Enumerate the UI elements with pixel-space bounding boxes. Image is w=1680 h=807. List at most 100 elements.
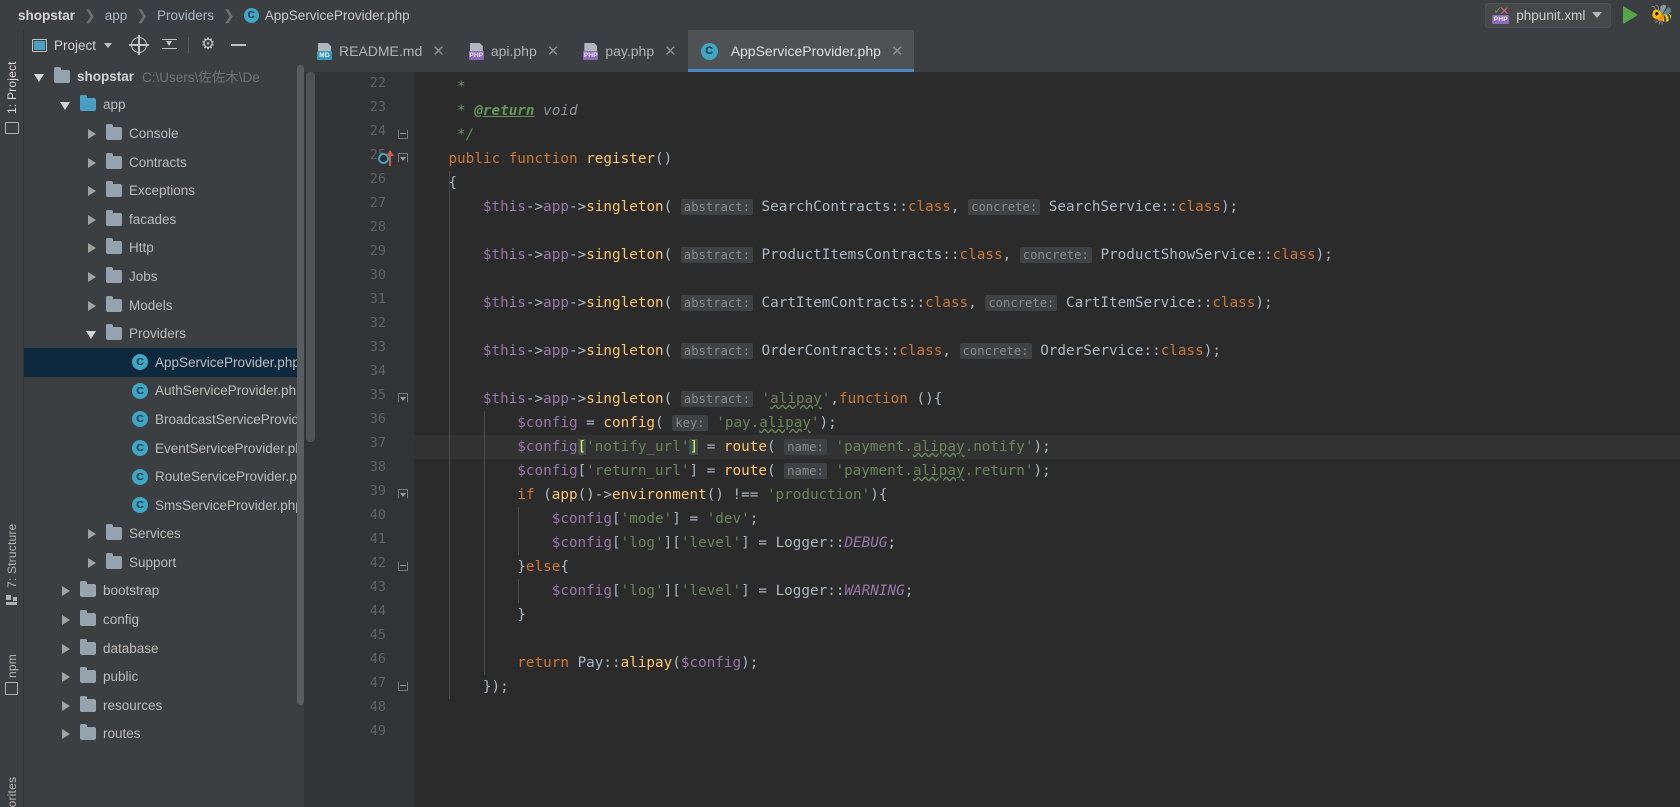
code-line[interactable]: $config['log']['level'] = Logger::DEBUG; — [414, 531, 1680, 555]
code-line[interactable]: }else{ — [414, 555, 1680, 579]
tree-item[interactable]: CAppServiceProvider.php — [24, 348, 304, 377]
code-line[interactable]: }); — [414, 675, 1680, 699]
fold-marker-icon[interactable] — [398, 153, 409, 164]
code-line[interactable]: } — [414, 603, 1680, 627]
tree-item[interactable]: CAuthServiceProvider.php — [24, 377, 304, 406]
tree-item[interactable]: public — [24, 662, 304, 691]
tree-item[interactable]: Console — [24, 119, 304, 148]
code-line[interactable] — [414, 627, 1680, 651]
chevron-right-icon[interactable] — [86, 242, 97, 253]
tree-item[interactable]: resources — [24, 691, 304, 720]
code-line[interactable]: $this->app->singleton( abstract: SearchC… — [414, 195, 1680, 219]
code-content[interactable]: * * @return void */ public function regi… — [414, 72, 1680, 807]
sidebar-scrollbar[interactable] — [297, 65, 304, 725]
chevron-down-icon[interactable] — [86, 328, 97, 339]
editor-tab[interactable]: PHPpay.php✕ — [570, 30, 687, 72]
close-icon[interactable]: ✕ — [664, 44, 677, 59]
breadcrumb-item-shopstar[interactable]: shopstar — [18, 8, 75, 23]
code-line[interactable]: $this->app->singleton( abstract: CartIte… — [414, 291, 1680, 315]
code-line[interactable]: $config['log']['level'] = Logger::WARNIN… — [414, 579, 1680, 603]
code-line[interactable]: if (app()->environment() !== 'production… — [414, 483, 1680, 507]
code-line[interactable]: { — [414, 171, 1680, 195]
breadcrumb-item-providers[interactable]: Providers — [157, 8, 214, 23]
tool-tab-favorites[interactable]: Favorites — [0, 748, 24, 807]
tree-item[interactable]: Jobs — [24, 262, 304, 291]
tree-item[interactable]: shopstarC:\Users\佐佐木\De — [24, 62, 304, 91]
chevron-right-icon[interactable] — [86, 271, 97, 282]
tree-item[interactable]: app — [24, 91, 304, 120]
chevron-right-icon[interactable] — [86, 300, 97, 311]
code-line[interactable] — [414, 723, 1680, 747]
chevron-right-icon[interactable] — [86, 528, 97, 539]
chevron-down-icon[interactable] — [104, 43, 112, 48]
fold-marker-icon[interactable] — [398, 489, 409, 500]
tree-item[interactable]: Http — [24, 234, 304, 263]
tree-item[interactable]: CSmsServiceProvider.php — [24, 491, 304, 520]
code-folding-gutter[interactable] — [394, 72, 414, 807]
tree-item[interactable]: Support — [24, 548, 304, 577]
close-icon[interactable]: ✕ — [891, 44, 904, 59]
editor-tab[interactable]: CAppServiceProvider.php✕ — [688, 30, 915, 72]
code-line[interactable] — [414, 267, 1680, 291]
tree-item[interactable]: Providers — [24, 319, 304, 348]
code-line[interactable]: $this->app->singleton( abstract: OrderCo… — [414, 339, 1680, 363]
breadcrumb-item-file[interactable]: AppServiceProvider.php — [265, 8, 410, 23]
code-line[interactable] — [414, 363, 1680, 387]
tree-item[interactable]: Models — [24, 291, 304, 320]
code-line[interactable] — [414, 219, 1680, 243]
tree-item[interactable]: CRouteServiceProvider.php — [24, 462, 304, 491]
breadcrumb-item-app[interactable]: app — [105, 8, 128, 23]
close-icon[interactable]: ✕ — [547, 44, 560, 59]
tree-item[interactable]: Exceptions — [24, 176, 304, 205]
code-line[interactable]: $config['notify_url'] = route( name: 'pa… — [414, 435, 1680, 459]
chevron-right-icon[interactable] — [86, 214, 97, 225]
run-icon[interactable] — [1623, 6, 1638, 24]
chevron-right-icon[interactable] — [86, 557, 97, 568]
code-line[interactable]: $this->app->singleton( abstract: 'alipay… — [414, 387, 1680, 411]
code-line[interactable] — [414, 315, 1680, 339]
fold-marker-icon[interactable] — [398, 561, 409, 572]
editor-vertical-scrollbar[interactable] — [304, 72, 320, 807]
code-line[interactable]: $config['return_url'] = route( name: 'pa… — [414, 459, 1680, 483]
collapse-all-icon[interactable] — [154, 31, 184, 59]
code-line[interactable]: $config = config( key: 'pay.alipay'); — [414, 411, 1680, 435]
editor-tab[interactable]: MDREADME.md✕ — [304, 30, 456, 72]
chevron-right-icon[interactable] — [86, 185, 97, 196]
chevron-right-icon[interactable] — [60, 585, 71, 596]
chevron-right-icon[interactable] — [60, 614, 71, 625]
chevron-right-icon[interactable] — [60, 671, 71, 682]
code-line[interactable]: * @return void — [414, 99, 1680, 123]
hide-icon[interactable] — [223, 31, 253, 59]
tool-tab-project[interactable]: 1: Project — [0, 36, 24, 114]
run-configuration-selector[interactable]: ✓✕ PHP phpunit.xml — [1485, 3, 1611, 28]
chevron-right-icon[interactable] — [60, 728, 71, 739]
project-tree[interactable]: shopstarC:\Users\佐佐木\DeappConsoleContrac… — [24, 60, 304, 748]
tree-item[interactable]: CBroadcastServiceProvider.php — [24, 405, 304, 434]
tree-item[interactable]: facades — [24, 205, 304, 234]
fold-marker-icon[interactable] — [398, 681, 409, 692]
debug-icon[interactable]: 🐝 — [1650, 6, 1674, 25]
code-line[interactable] — [414, 699, 1680, 723]
code-line[interactable]: */ — [414, 123, 1680, 147]
fold-marker-icon[interactable] — [398, 129, 409, 140]
fold-marker-icon[interactable] — [398, 393, 409, 404]
chevron-right-icon[interactable] — [86, 128, 97, 139]
tree-item[interactable]: Services — [24, 520, 304, 549]
chevron-down-icon[interactable] — [60, 99, 71, 110]
tree-item[interactable]: Contracts — [24, 148, 304, 177]
chevron-right-icon[interactable] — [60, 700, 71, 711]
tool-tab-structure[interactable]: 7: Structure — [0, 500, 24, 588]
code-editor[interactable]: 2223242526272829303132333435363738394041… — [304, 72, 1680, 807]
project-panel-title[interactable]: Project — [32, 38, 112, 53]
chevron-right-icon[interactable] — [86, 157, 97, 168]
tree-item[interactable]: database — [24, 634, 304, 663]
tree-item[interactable]: CEventServiceProvider.php — [24, 434, 304, 463]
code-line[interactable]: return Pay::alipay($config); — [414, 651, 1680, 675]
code-line[interactable]: $config['mode'] = 'dev'; — [414, 507, 1680, 531]
code-line[interactable]: * — [414, 75, 1680, 99]
locate-icon[interactable] — [124, 31, 154, 59]
settings-icon[interactable]: ⚙ — [193, 31, 223, 59]
close-icon[interactable]: ✕ — [432, 44, 445, 59]
editor-tab[interactable]: PHPapi.php✕ — [456, 30, 571, 72]
tree-item[interactable]: routes — [24, 720, 304, 749]
